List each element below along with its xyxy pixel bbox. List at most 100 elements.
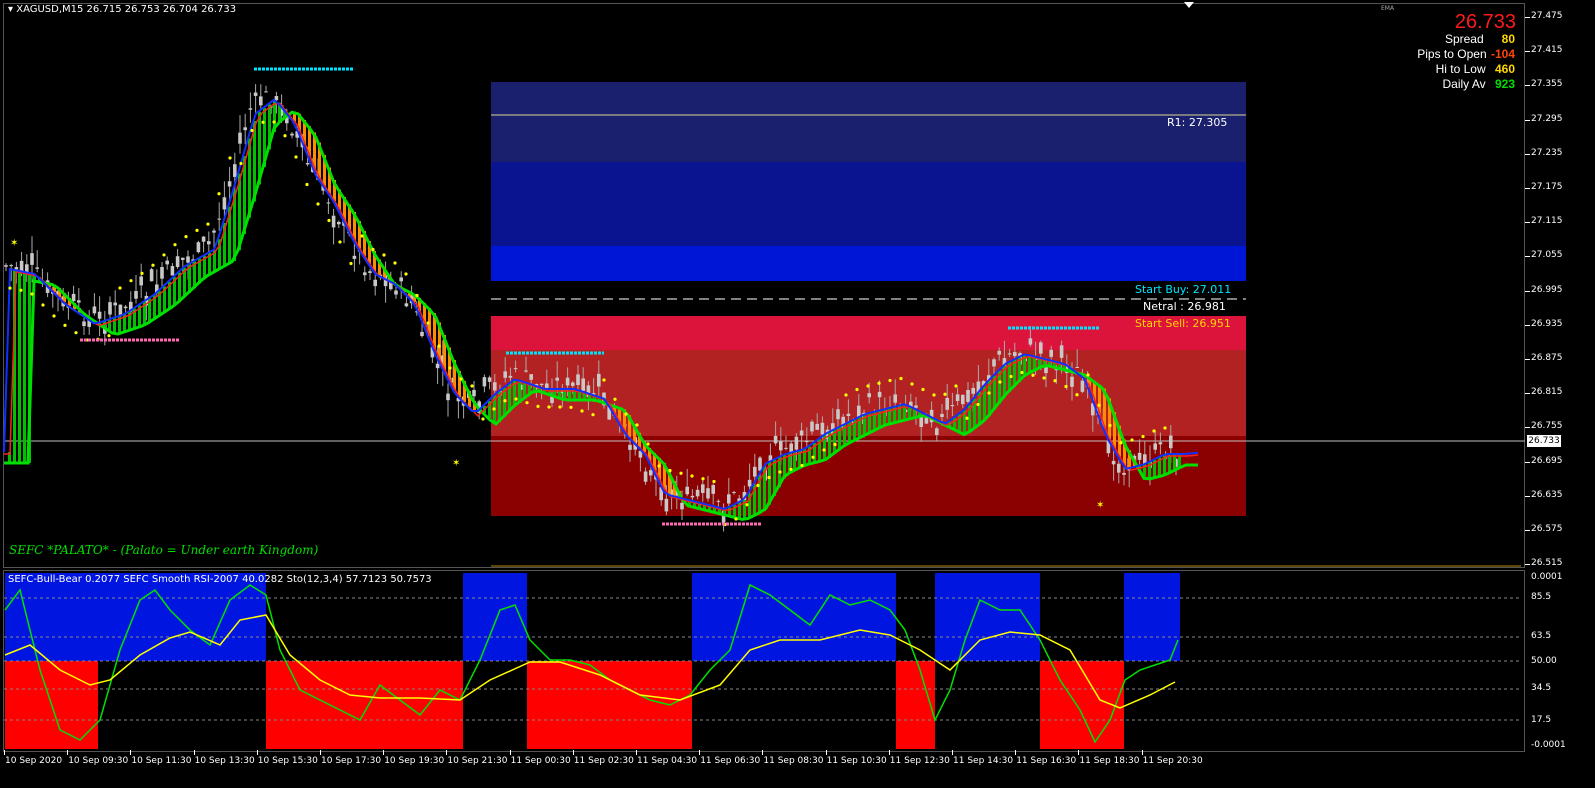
price-axis-label: 26.875: [1531, 353, 1563, 363]
candle-body: [290, 133, 294, 136]
candle-body: [435, 363, 440, 369]
sar-dot: [800, 463, 804, 468]
candle-body: [482, 377, 487, 387]
sar-dot: [173, 243, 177, 247]
time-axis-tick: [67, 750, 69, 755]
spread-value: 80: [1501, 32, 1515, 46]
pips-value: -104: [1490, 47, 1515, 61]
candle-body: [836, 409, 840, 420]
time-axis-tick: [193, 750, 195, 755]
start-sell-label: Start Sell: 26.951: [1135, 317, 1231, 330]
time-axis-label: 11 Sep 14:30: [953, 756, 1014, 766]
candle-body: [945, 397, 949, 410]
bull-block: [5, 573, 98, 661]
candle-body: [134, 291, 138, 299]
sar-dot: [558, 405, 562, 409]
candle-body: [243, 127, 247, 131]
time-axis-label: 10 Sep 13:30: [194, 756, 255, 766]
bull-block: [463, 573, 527, 661]
candle-body: [181, 257, 185, 260]
sar-dot: [195, 228, 199, 232]
candle-body: [664, 498, 669, 512]
sar-dot: [250, 128, 254, 133]
time-axis-tick: [130, 750, 132, 755]
time-axis-label: 11 Sep 18:30: [1079, 756, 1140, 766]
candle-body: [877, 391, 882, 398]
price-axis-label: 27.055: [1531, 250, 1563, 261]
sar-dot: [1108, 423, 1112, 428]
sar-dot: [448, 366, 452, 370]
price-axis-label: 27.475: [1531, 11, 1563, 21]
time-axis-tick: [509, 750, 511, 755]
price-axis-tick: [1525, 188, 1530, 189]
candle-body: [773, 435, 778, 444]
candle-body: [503, 371, 507, 378]
sar-dot: [899, 376, 903, 381]
time-axis-label: 11 Sep 02:30: [573, 756, 634, 766]
sar-dot: [1119, 441, 1123, 445]
candle-body: [305, 163, 310, 165]
candle-body: [363, 272, 367, 276]
sar-dot: [690, 474, 694, 478]
sar-dot: [1097, 403, 1101, 407]
candle-body: [1007, 353, 1012, 355]
candle-body: [555, 377, 559, 381]
sar-dot: [503, 399, 507, 403]
candle-body: [253, 92, 258, 96]
main-chart-canvas[interactable]: ✶ ✶ ✶: [0, 0, 1525, 570]
sar-dot: [932, 393, 936, 397]
sar-dot: [767, 475, 771, 480]
candle-body: [1013, 352, 1017, 357]
chart-menu-icon[interactable]: ▾: [8, 4, 13, 15]
candle-body: [950, 404, 955, 407]
candle-body: [706, 488, 710, 499]
time-axis-tick: [256, 750, 258, 755]
current-price-tag: 26.733: [1527, 435, 1561, 447]
candle-body: [175, 256, 180, 267]
candle-body: [9, 265, 13, 267]
sar-dot: [569, 405, 573, 409]
candle-body: [893, 394, 897, 403]
sar-dot: [151, 263, 155, 267]
candle-body: [1117, 463, 1121, 473]
sar-dot: [745, 503, 749, 507]
shift-marker-icon[interactable]: [1184, 2, 1194, 8]
indicator-canvas[interactable]: [0, 570, 1525, 752]
sar-dot: [514, 397, 518, 401]
price-axis-tick: [1525, 51, 1530, 53]
sar-dot: [470, 384, 474, 388]
sar-dot: [206, 222, 210, 226]
sar-dot: [580, 409, 584, 413]
chart-header: ▾ XAGUSD,M15 26.715 26.753 26.704 26.733: [8, 4, 236, 15]
price-axis-label: 26.515: [1531, 558, 1563, 569]
indicator-axis-label: 0.0001: [1531, 572, 1563, 582]
bull-band: [18, 270, 21, 463]
candle-body: [779, 441, 783, 451]
indicator-header: SEFC-Bull-Bear 0.2077 SEFC Smooth RSI-20…: [8, 574, 432, 585]
info-price: 26.733: [1454, 11, 1516, 33]
sar-dot: [437, 344, 441, 348]
candle-body: [217, 218, 221, 220]
candle-body: [711, 485, 715, 494]
candle-body: [233, 164, 237, 177]
bear-block: [266, 661, 463, 749]
sar-dot: [701, 477, 705, 481]
candle-body: [805, 441, 809, 443]
candle-body: [576, 374, 580, 386]
sar-dot: [415, 293, 419, 298]
candle-body: [404, 303, 409, 307]
sar-dot: [866, 384, 870, 388]
price-axis-label: 27.295: [1531, 113, 1563, 124]
candle-body: [326, 202, 331, 204]
sar-dot: [844, 393, 848, 397]
candle-body: [139, 276, 143, 286]
candle-body: [565, 377, 570, 386]
candle-body: [992, 359, 996, 367]
candle-body: [399, 277, 403, 282]
sar-dot: [525, 401, 529, 405]
r1-zone-top: [491, 82, 1246, 162]
sar-dot: [965, 416, 969, 420]
candle-body: [1137, 452, 1142, 460]
sar-dot: [635, 423, 639, 427]
pips-label: Pips to Open: [1417, 47, 1487, 61]
